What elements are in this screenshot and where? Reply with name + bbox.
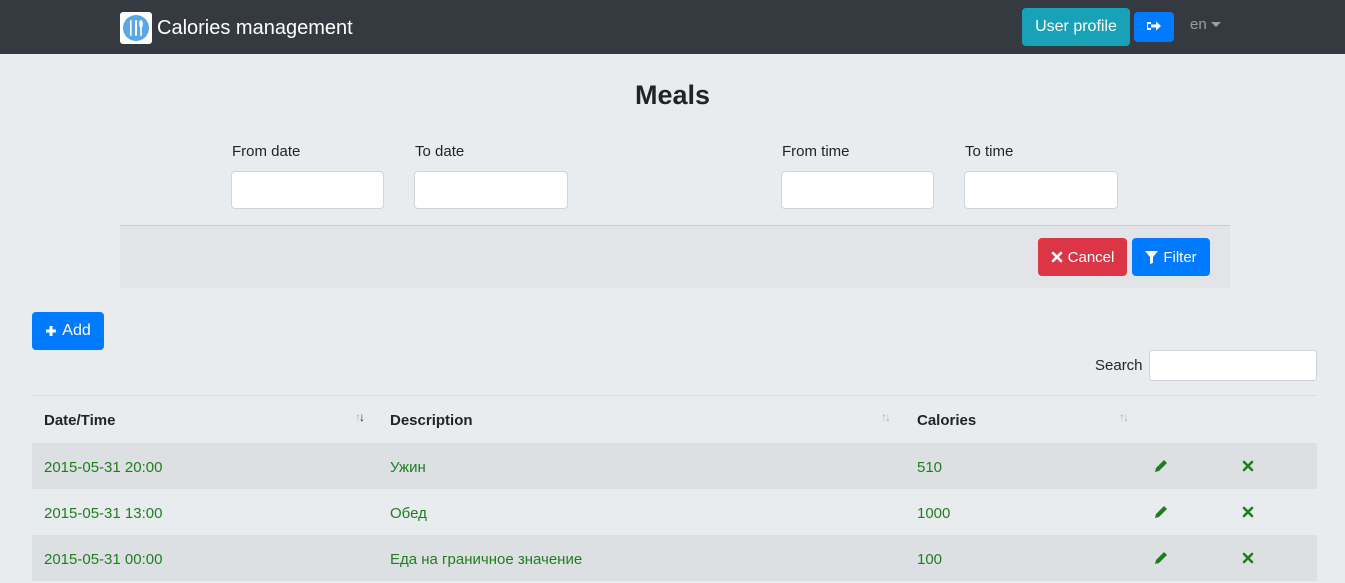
cell-calories: 1000 bbox=[917, 505, 951, 522]
sort-desc-icon[interactable]: ↑↓ bbox=[355, 410, 365, 424]
table-header: Date/Time ↑↓ Description ↑↓ Calories ↑↓ bbox=[32, 395, 1317, 442]
cell-description: Еда на граничное значение bbox=[390, 551, 583, 568]
search-input[interactable] bbox=[1149, 350, 1317, 381]
navbar: Calories management User profile en bbox=[0, 0, 1345, 54]
from-time-label: From time bbox=[782, 143, 850, 160]
to-time-input[interactable] bbox=[964, 171, 1118, 209]
times-icon[interactable] bbox=[1242, 459, 1254, 477]
brand[interactable]: Calories management bbox=[120, 12, 353, 44]
plus-icon bbox=[45, 325, 57, 337]
from-date-label: From date bbox=[232, 143, 301, 160]
to-date-input[interactable] bbox=[414, 171, 568, 209]
cell-datetime: 2015-05-31 13:00 bbox=[44, 505, 163, 522]
pencil-icon[interactable] bbox=[1154, 551, 1168, 570]
table-row: 2015-05-31 13:00 Обед 1000 bbox=[32, 489, 1317, 535]
logout-button[interactable] bbox=[1134, 12, 1174, 42]
from-date-input[interactable] bbox=[231, 171, 384, 209]
table-row: 2015-05-31 20:00 Ужин 510 bbox=[32, 443, 1317, 489]
page-title: Meals bbox=[634, 80, 711, 110]
filter-label: Filter bbox=[1163, 248, 1197, 266]
table-row: 2015-05-31 00:00 Еда на граничное значен… bbox=[32, 535, 1317, 581]
cell-datetime: 2015-05-31 20:00 bbox=[44, 459, 163, 476]
from-time-input[interactable] bbox=[781, 171, 934, 209]
to-date-label: To date bbox=[415, 143, 465, 160]
times-icon[interactable] bbox=[1242, 505, 1254, 523]
pencil-icon[interactable] bbox=[1154, 505, 1168, 524]
user-profile-button[interactable]: User profile bbox=[1022, 8, 1130, 46]
language-dropdown[interactable]: en bbox=[1190, 16, 1221, 33]
fork-knife-icon bbox=[120, 12, 152, 44]
cell-calories: 510 bbox=[917, 459, 943, 476]
cell-datetime: 2015-05-31 00:00 bbox=[44, 551, 163, 568]
search-label: Search bbox=[1095, 357, 1143, 374]
cancel-label: Cancel bbox=[1067, 248, 1115, 266]
add-label: Add bbox=[62, 322, 91, 339]
times-icon[interactable] bbox=[1242, 551, 1254, 569]
brand-label: Calories management bbox=[157, 16, 353, 39]
to-time-label: To time bbox=[965, 143, 1014, 160]
column-header-calories[interactable]: Calories bbox=[917, 412, 976, 429]
cell-description: Ужин bbox=[390, 459, 426, 476]
pencil-icon[interactable] bbox=[1154, 459, 1168, 478]
sign-out-icon bbox=[1146, 19, 1162, 36]
column-header-datetime[interactable]: Date/Time bbox=[44, 412, 115, 429]
add-button[interactable]: Add bbox=[32, 312, 104, 350]
filter-icon bbox=[1145, 250, 1159, 264]
cell-calories: 100 bbox=[917, 551, 943, 568]
column-header-description[interactable]: Description bbox=[390, 412, 473, 429]
sort-icon[interactable]: ↑↓ bbox=[881, 410, 891, 424]
sort-icon[interactable]: ↑↓ bbox=[1119, 410, 1129, 424]
cell-description: Обед bbox=[390, 505, 427, 522]
caret-down-icon bbox=[1210, 22, 1221, 27]
cancel-button[interactable]: Cancel bbox=[1038, 238, 1127, 276]
times-icon bbox=[1051, 251, 1063, 263]
filter-button[interactable]: Filter bbox=[1132, 238, 1210, 276]
language-label: en bbox=[1190, 16, 1207, 33]
